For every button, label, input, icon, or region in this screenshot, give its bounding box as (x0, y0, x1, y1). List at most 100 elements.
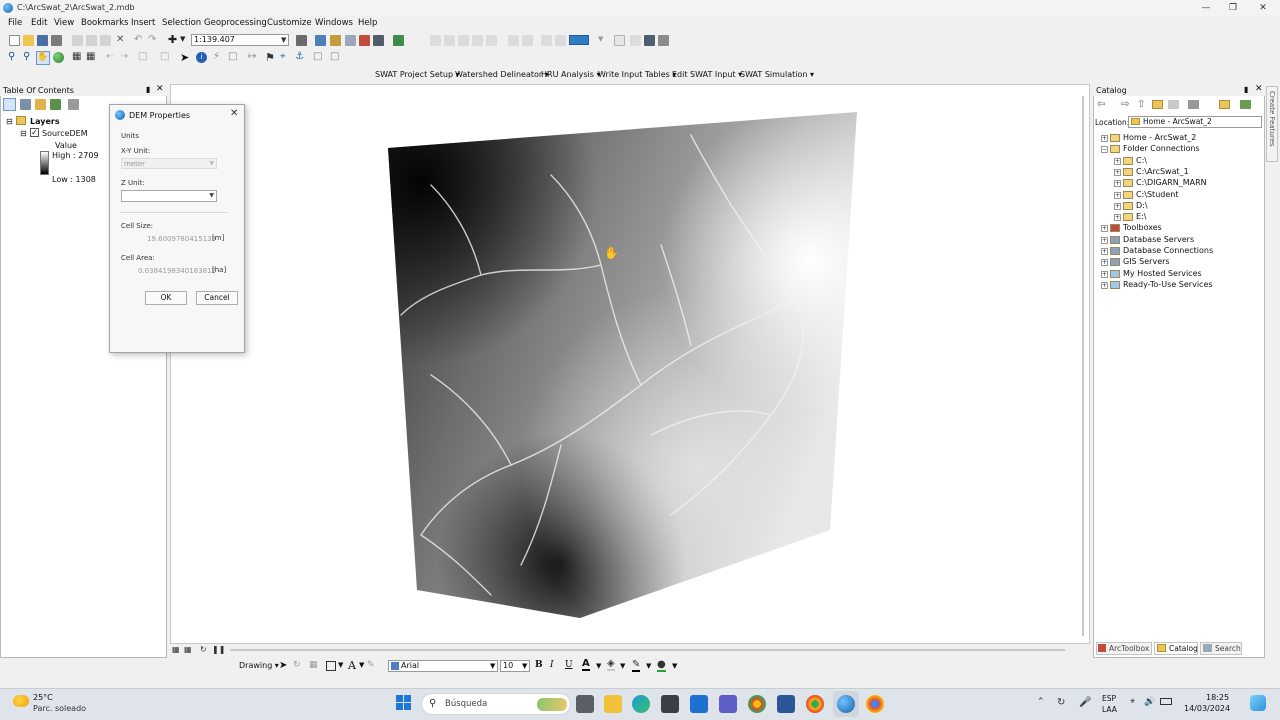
layout-pan-icon[interactable] (458, 35, 469, 46)
menu-edit[interactable]: Edit (31, 18, 47, 28)
cancel-button[interactable]: Cancel (196, 291, 238, 305)
catalog-close-icon[interactable]: ✕ (1255, 84, 1263, 94)
line-color-icon[interactable]: ✎ (632, 660, 641, 672)
catalog-item-c-arcswat-1[interactable]: C:\ArcSwat_1 (1136, 167, 1189, 176)
catalog-item-database-servers-expander[interactable]: + (1101, 236, 1108, 244)
catalog-item-toolboxes[interactable]: Toolboxes (1123, 223, 1162, 232)
layers-collapse-icon[interactable]: ⊟ (6, 117, 13, 126)
catalog-item-ready-to-use-services-expander[interactable]: + (1101, 281, 1108, 289)
catalog-item-c-student[interactable]: C:\Student (1136, 190, 1178, 199)
toc-options-icon[interactable] (68, 99, 79, 110)
menu-watershed-delineator[interactable]: Watershed Delineator ▾ (455, 70, 549, 79)
catalog-item-c-digarn-marn[interactable]: C:\DIGARN_MARN (1136, 178, 1207, 187)
list-by-drawing-order-icon[interactable] (3, 98, 16, 111)
catalog-item-my-hosted-services[interactable]: My Hosted Services (1123, 269, 1202, 278)
edge-icon[interactable] (632, 695, 650, 713)
mail-icon[interactable] (690, 695, 708, 713)
chrome-icon[interactable] (866, 695, 884, 713)
marker-color-icon[interactable]: ● (657, 660, 666, 672)
catalog-item-home-expander[interactable]: + (1101, 135, 1108, 142)
zoom-out-icon[interactable]: ⚲ (23, 51, 30, 62)
clear-selection-icon[interactable]: □ (160, 51, 169, 62)
zoom-in-icon[interactable]: ⚲ (8, 51, 15, 62)
menu-swat-project-setup[interactable]: SWAT Project Setup ▾ (375, 70, 460, 79)
print-icon[interactable] (51, 35, 62, 46)
menu-geoprocessing[interactable]: Geoprocessing (204, 18, 267, 28)
weather-icon[interactable] (13, 695, 29, 707)
catalog-item-c-drive[interactable]: C:\ (1136, 156, 1147, 165)
rectangle-dropdown-icon[interactable]: ▼ (338, 661, 343, 669)
keyboard-language-secondary[interactable]: LAA (1102, 705, 1117, 714)
measure-icon[interactable]: ↦ (248, 51, 256, 62)
menu-hru-analysis[interactable]: HRU Analysis ▾ (541, 70, 601, 79)
map-scale-input[interactable]: 1:139.407 (191, 34, 289, 46)
menu-windows[interactable]: Windows (315, 18, 353, 28)
microsoft-store-icon[interactable] (661, 695, 679, 713)
catalog-item-folder-connections[interactable]: Folder Connections (1123, 144, 1200, 153)
file-explorer-icon[interactable] (604, 695, 622, 713)
prev-extent-icon[interactable] (541, 35, 552, 46)
refresh-icon[interactable]: ↻ (200, 645, 207, 654)
print-preview-icon[interactable] (644, 35, 655, 46)
font-family-dropdown-icon[interactable]: ▼ (490, 662, 495, 670)
export-map-icon[interactable] (658, 35, 669, 46)
dialog-close-icon[interactable]: ✕ (230, 108, 238, 119)
weather-description[interactable]: Parc. soleado (33, 704, 86, 713)
next-extent-icon[interactable] (555, 35, 566, 46)
select-elements-arrow-icon[interactable]: ➤ (279, 660, 287, 671)
select-elements-icon[interactable]: ➤ (180, 51, 189, 64)
menu-selection[interactable]: Selection (162, 18, 201, 28)
catalog-toggle-tree-icon[interactable] (1240, 100, 1251, 109)
catalog-item-folder-connections-expander[interactable]: − (1101, 146, 1108, 154)
arctoolbox-icon[interactable] (359, 35, 370, 46)
catalog-item-d-drive[interactable]: D:\ (1136, 201, 1148, 210)
catalog-item-gis-servers-expander[interactable]: + (1101, 259, 1108, 267)
editor-toolbar-icon[interactable] (296, 35, 307, 46)
menu-view[interactable]: View (54, 18, 74, 28)
catalog-item-gis-servers[interactable]: GIS Servers (1123, 257, 1170, 266)
chrome-icon-2[interactable] (806, 695, 824, 713)
menu-swat-simulation[interactable]: SWAT Simulation ▾ (740, 70, 814, 79)
edit-vertices-icon[interactable]: ✎ (367, 660, 375, 670)
taskbar-search-box[interactable]: ⚲ Búsqueda (421, 693, 571, 715)
fill-color-dropdown-icon[interactable]: ▼ (620, 662, 625, 670)
weather-temperature[interactable]: 25°C (33, 693, 53, 702)
z-unit-select[interactable]: ▼ (121, 190, 217, 202)
copilot-icon[interactable] (1250, 695, 1266, 711)
catalog-home-icon[interactable] (1152, 100, 1163, 109)
fixed-zoom-out-icon[interactable]: ▦ (86, 51, 95, 62)
catalog-back-icon[interactable]: ⇦ (1097, 99, 1105, 110)
menu-write-input-tables[interactable]: Write Input Tables ▾ (598, 70, 676, 79)
catalog-item-e-drive[interactable]: E:\ (1136, 212, 1146, 221)
layout-zoom-in-icon[interactable] (430, 35, 441, 46)
taskbar-clock-time[interactable]: 18:25 (1206, 693, 1229, 702)
layer-name-sourcedem[interactable]: SourceDEM (42, 129, 88, 138)
menu-customize[interactable]: Customize (267, 18, 312, 28)
chrome-profile-icon[interactable] (748, 695, 766, 713)
menu-help[interactable]: Help (358, 18, 377, 28)
new-document-icon[interactable] (9, 35, 20, 46)
pause-drawing-icon[interactable]: ❚❚ (212, 645, 225, 654)
add-data-dropdown-icon[interactable]: ▼ (180, 35, 185, 43)
swatch-dropdown-icon[interactable]: ▼ (598, 35, 603, 43)
menu-insert[interactable]: Insert (131, 18, 155, 28)
task-view-icon[interactable] (576, 695, 594, 713)
rotate-icon[interactable]: ↻ (293, 660, 301, 670)
back-extent-icon[interactable]: ⇠ (106, 51, 114, 62)
catalog-item-c-digarn-marn-expander[interactable]: + (1114, 180, 1121, 188)
menu-bookmarks[interactable]: Bookmarks (81, 18, 129, 28)
ok-button[interactable]: OK (145, 291, 187, 305)
catalog-item-c-student-expander[interactable]: + (1114, 191, 1121, 199)
grid-icon[interactable] (508, 35, 519, 46)
layers-label[interactable]: Layers (30, 117, 60, 126)
text-dropdown-icon[interactable]: ▼ (359, 661, 364, 669)
guides-icon[interactable] (522, 35, 533, 46)
fill-color-icon[interactable]: ◈ (607, 659, 615, 671)
wifi-icon[interactable]: ⌖ (1130, 697, 1135, 707)
layout-fixed-zoom-icon[interactable] (486, 35, 497, 46)
go-to-xy-icon[interactable]: ⚓ (295, 51, 304, 62)
search-window-icon[interactable] (345, 35, 356, 46)
toc-close-icon[interactable]: ✕ (156, 84, 164, 94)
catalog-item-e-drive-expander[interactable]: + (1114, 214, 1121, 222)
create-features-side-tab[interactable]: Create Features (1266, 86, 1278, 162)
